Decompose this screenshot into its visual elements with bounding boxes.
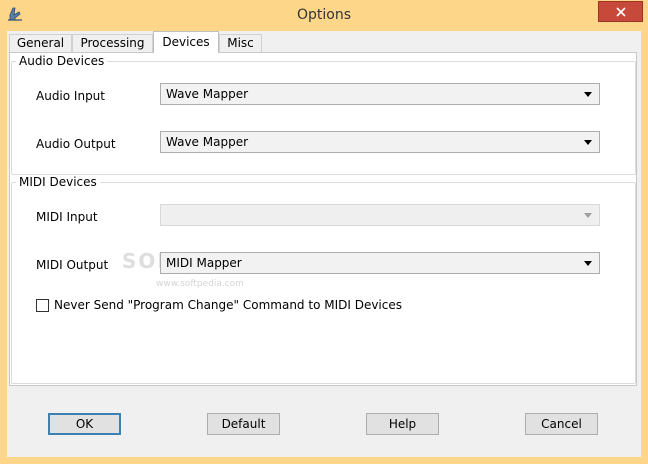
never-send-program-change-label[interactable]: Never Send "Program Change" Command to M… (54, 298, 402, 312)
window-title: Options (296, 7, 352, 23)
audio-output-select[interactable]: Wave Mapper (160, 131, 600, 153)
chevron-down-icon (584, 140, 592, 145)
midi-input-select[interactable] (160, 204, 600, 226)
devices-tab-panel: Audio Devices Audio Input Wave Mapper Au… (9, 52, 637, 386)
tab-general[interactable]: General (9, 34, 72, 52)
chevron-down-icon (584, 213, 592, 218)
midi-input-label: MIDI Input (36, 210, 98, 224)
midi-output-value: MIDI Mapper (166, 256, 242, 270)
title-bar[interactable]: Options (0, 0, 648, 31)
tab-misc[interactable]: Misc (219, 34, 262, 52)
cancel-button[interactable]: Cancel (525, 413, 598, 435)
midi-devices-group-title: MIDI Devices (16, 175, 100, 189)
watermark-url: www.softpedia.com (156, 279, 244, 289)
midi-output-label: MIDI Output (36, 258, 109, 272)
audio-input-select[interactable]: Wave Mapper (160, 83, 600, 105)
audio-input-label: Audio Input (36, 89, 105, 103)
help-button[interactable]: Help (366, 413, 439, 435)
audio-output-label: Audio Output (36, 137, 116, 151)
audio-devices-group-title: Audio Devices (16, 54, 108, 68)
close-icon (615, 6, 626, 17)
options-window: Options General Processing Devices Misc … (0, 0, 648, 464)
default-button[interactable]: Default (207, 413, 280, 435)
never-send-program-change-checkbox[interactable] (36, 299, 49, 312)
tab-processing[interactable]: Processing (72, 34, 153, 52)
audio-devices-group: Audio Devices (11, 54, 636, 175)
ok-button[interactable]: OK (48, 413, 121, 435)
chevron-down-icon (584, 92, 592, 97)
midi-output-select[interactable]: MIDI Mapper (160, 252, 600, 274)
audio-output-value: Wave Mapper (166, 135, 249, 149)
chevron-down-icon (584, 261, 592, 266)
dialog-client: General Processing Devices Misc Audio De… (7, 31, 641, 457)
tab-devices[interactable]: Devices (153, 31, 219, 53)
audio-input-value: Wave Mapper (166, 87, 249, 101)
close-button[interactable] (598, 1, 643, 22)
